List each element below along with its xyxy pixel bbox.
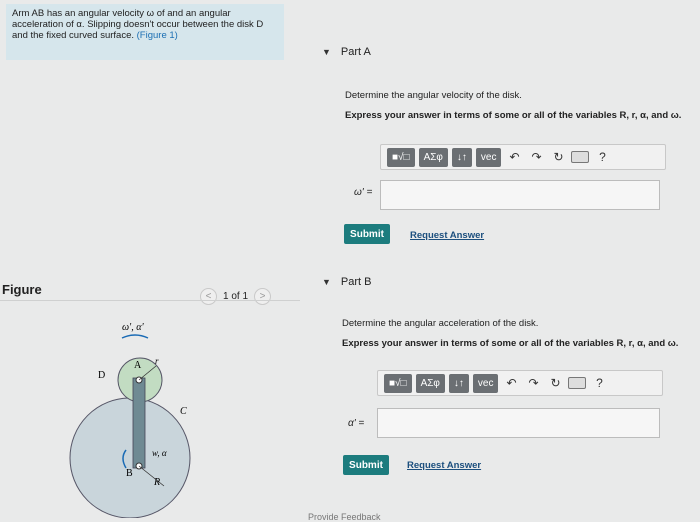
undo-icon[interactable]: ↶: [502, 374, 520, 393]
figure-divider: [0, 300, 300, 301]
problem-statement: Arm AB has an angular velocity ω of and …: [6, 4, 284, 60]
label-c: C: [180, 406, 187, 417]
part-a-submit-button[interactable]: Submit: [344, 224, 390, 244]
part-b-submit-button[interactable]: Submit: [343, 455, 389, 475]
greek-button[interactable]: ΑΣφ: [415, 373, 445, 393]
reset-icon[interactable]: ↻: [549, 148, 567, 167]
keyboard-icon[interactable]: [571, 148, 590, 167]
fixed-curved-surface: [69, 397, 191, 518]
part-b-answer-label: α' =: [348, 418, 365, 429]
vec-button[interactable]: vec: [472, 373, 499, 393]
redo-icon[interactable]: ↷: [527, 148, 545, 167]
part-b-instruction: Express your answer in terms of some or …: [342, 338, 679, 349]
part-b-request-answer-link[interactable]: Request Answer: [407, 460, 481, 471]
template-button[interactable]: ■√□: [384, 373, 412, 393]
help-button[interactable]: ?: [593, 148, 611, 167]
part-a-instruction: Express your answer in terms of some or …: [345, 110, 682, 121]
w-alpha-label: w, α: [152, 448, 167, 458]
part-a-question: Determine the angular velocity of the di…: [345, 90, 522, 101]
arrows-button[interactable]: ↓↑: [451, 147, 472, 167]
part-a-equation-toolbar: ■√□ ΑΣφ ↓↑ vec ↶ ↷ ↻ ?: [380, 144, 666, 170]
part-b-question: Determine the angular acceleration of th…: [342, 318, 539, 329]
omega-alpha-prime-label: ω', α': [122, 322, 144, 333]
figure-pager: < 1 of 1 >: [200, 288, 272, 305]
greek-button[interactable]: ΑΣφ: [418, 147, 448, 167]
reset-icon[interactable]: ↻: [546, 374, 564, 393]
figure-title: Figure: [2, 282, 42, 297]
undo-icon[interactable]: ↶: [505, 148, 523, 167]
part-a-request-answer-link[interactable]: Request Answer: [410, 230, 484, 241]
arm-ab: [132, 377, 146, 469]
part-a-answer-input[interactable]: [380, 180, 660, 210]
angular-arrow-disk: [121, 334, 149, 339]
keyboard-icon[interactable]: [568, 374, 587, 393]
collapse-triangle-icon[interactable]: ▼: [322, 277, 331, 287]
label-r: r: [155, 356, 159, 366]
help-button[interactable]: ?: [590, 374, 608, 393]
part-b-answer-input[interactable]: [377, 408, 660, 438]
part-a-answer-label: ω' =: [354, 187, 373, 198]
vec-button[interactable]: vec: [475, 147, 502, 167]
redo-icon[interactable]: ↷: [524, 374, 542, 393]
part-b-equation-toolbar: ■√□ ΑΣφ ↓↑ vec ↶ ↷ ↻ ?: [377, 370, 663, 396]
part-b-header[interactable]: ▼ Part B: [322, 276, 372, 288]
prev-figure-button[interactable]: <: [200, 288, 217, 305]
arrows-button[interactable]: ↓↑: [448, 373, 469, 393]
template-icon: ■√□: [392, 151, 410, 163]
next-figure-button[interactable]: >: [254, 288, 272, 305]
mechanism-figure: ω', α' D A r C w, α B R: [69, 322, 191, 518]
part-a-header[interactable]: ▼ Part A: [322, 46, 371, 58]
part-a-title: Part A: [340, 46, 371, 58]
label-big-r: R: [153, 477, 160, 488]
collapse-triangle-icon[interactable]: ▼: [322, 47, 331, 57]
figure-link[interactable]: (Figure 1): [137, 30, 178, 41]
provide-feedback-link[interactable]: Provide Feedback: [308, 512, 381, 522]
template-icon: ■√□: [389, 377, 407, 389]
template-button[interactable]: ■√□: [387, 147, 415, 167]
label-b: B: [126, 468, 133, 479]
label-a: A: [134, 360, 142, 371]
part-b-title: Part B: [340, 276, 372, 288]
label-d: D: [98, 370, 105, 381]
